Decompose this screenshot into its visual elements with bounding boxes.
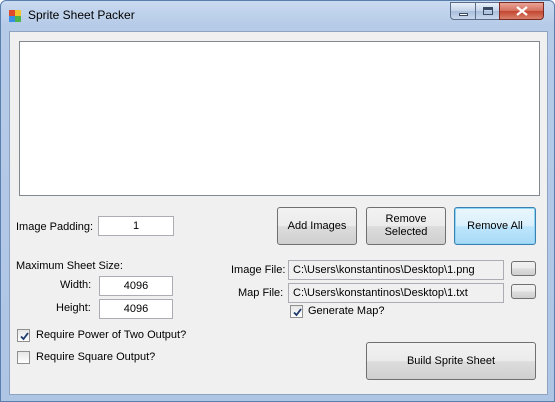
square-output-checkbox[interactable]: [17, 351, 30, 364]
maximize-button[interactable]: [475, 2, 500, 20]
image-file-label: Image File:: [231, 264, 286, 276]
title-bar[interactable]: Sprite Sheet Packer: [1, 1, 554, 31]
window-title: Sprite Sheet Packer: [28, 8, 135, 22]
height-input[interactable]: 4096: [99, 299, 173, 319]
maximize-icon: [483, 7, 493, 15]
map-file-browse-button[interactable]: [511, 284, 536, 299]
checkmark-icon: [20, 332, 29, 341]
close-button[interactable]: [499, 2, 544, 20]
power-of-two-checkbox[interactable]: [17, 329, 30, 342]
minimize-icon: [459, 13, 468, 16]
generate-map-label: Generate Map?: [308, 305, 385, 317]
image-padding-input[interactable]: 1: [98, 216, 174, 236]
remove-all-button[interactable]: Remove All: [454, 207, 536, 245]
image-file-browse-button[interactable]: [511, 261, 536, 276]
build-sprite-sheet-button[interactable]: Build Sprite Sheet: [366, 342, 536, 380]
square-output-label: Require Square Output?: [36, 351, 156, 363]
map-file-input[interactable]: C:\Users\konstantinos\Desktop\1.txt: [288, 283, 504, 303]
generate-map-checkbox[interactable]: [290, 305, 303, 318]
checkmark-icon: [293, 308, 302, 317]
power-of-two-label: Require Power of Two Output?: [36, 329, 187, 341]
map-file-label: Map File:: [238, 287, 284, 299]
width-label: Width:: [60, 279, 92, 291]
client-area: Image Padding: 1 Add Images Remove Selec…: [9, 31, 548, 395]
width-input[interactable]: 4096: [99, 276, 173, 296]
max-sheet-size-label: Maximum Sheet Size:: [16, 260, 123, 272]
close-icon: [516, 6, 528, 16]
minimize-button[interactable]: [450, 2, 476, 20]
image-padding-label: Image Padding:: [16, 221, 94, 233]
app-window: Sprite Sheet Packer Image Padding: 1 Add…: [0, 0, 555, 402]
image-listbox[interactable]: [19, 41, 540, 196]
add-images-button[interactable]: Add Images: [277, 207, 357, 245]
height-label: Height:: [56, 302, 91, 314]
remove-selected-button[interactable]: Remove Selected: [366, 207, 446, 245]
app-icon[interactable]: [9, 9, 21, 22]
image-file-input[interactable]: C:\Users\konstantinos\Desktop\1.png: [288, 260, 504, 280]
